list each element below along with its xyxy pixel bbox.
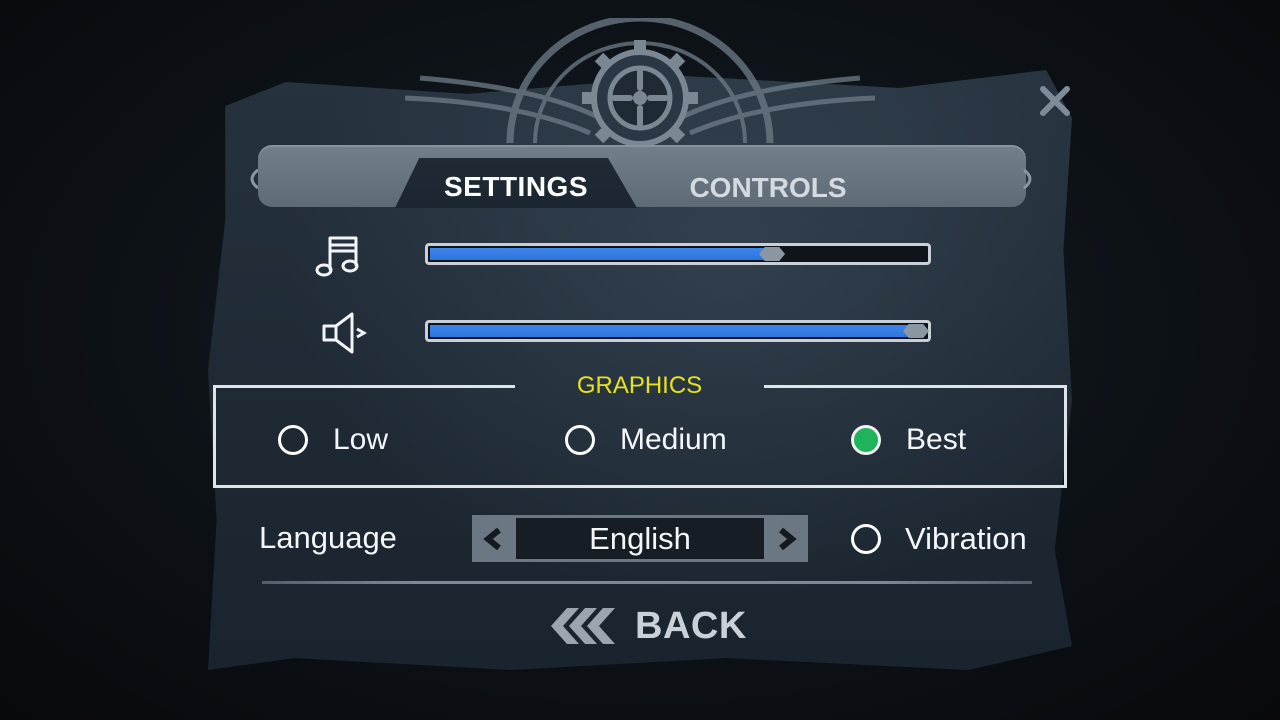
triple-chevron-left-icon — [551, 608, 615, 644]
language-prev-button[interactable] — [472, 515, 516, 562]
chevron-left-icon — [483, 527, 501, 550]
language-next-button[interactable] — [764, 515, 808, 562]
tab-controls[interactable]: CONTROLS — [648, 162, 888, 210]
radio-selected-icon — [851, 425, 881, 455]
divider — [262, 581, 1032, 584]
graphics-option-label: Medium — [620, 423, 727, 456]
music-volume-fill — [430, 248, 772, 260]
radio-circle-icon — [278, 425, 308, 455]
tab-settings-label: SETTINGS — [443, 171, 588, 202]
radio-circle-icon — [565, 425, 595, 455]
tabbar-end-cap — [1023, 168, 1032, 190]
vibration-toggle[interactable]: Vibration — [851, 517, 1027, 561]
tab-bar — [258, 145, 1026, 207]
chevron-right-icon — [779, 527, 797, 550]
gear-emblem-icon — [404, 18, 876, 153]
graphics-option-label: Best — [906, 423, 967, 456]
tab-settings[interactable]: SETTINGS — [395, 158, 637, 208]
close-icon — [1040, 86, 1070, 116]
graphics-title: GRAPHICS — [576, 372, 703, 399]
back-button[interactable]: BACK — [549, 598, 749, 654]
close-button[interactable] — [1034, 80, 1076, 122]
sound-volume-fill — [430, 325, 916, 337]
music-note-icon — [312, 229, 364, 281]
settings-screen: SETTINGS CONTROLS GRAPHICS Low Medium Be… — [0, 0, 1280, 720]
graphics-option-label: Low — [333, 423, 389, 456]
music-volume-slider[interactable] — [425, 243, 931, 265]
language-value: English — [589, 520, 691, 556]
language-selector: English — [472, 515, 808, 562]
radio-circle-icon — [851, 524, 881, 554]
tab-controls-label: CONTROLS — [689, 172, 847, 203]
graphics-option-low[interactable]: Low — [278, 418, 388, 462]
graphics-option-best[interactable]: Best — [851, 418, 966, 462]
language-value-box: English — [516, 518, 764, 559]
sound-volume-slider[interactable] — [425, 320, 931, 342]
language-label: Language — [259, 520, 397, 555]
graphics-option-medium[interactable]: Medium — [565, 418, 727, 462]
back-label: BACK — [635, 604, 747, 647]
speaker-icon — [316, 307, 368, 359]
vibration-label: Vibration — [905, 521, 1027, 556]
